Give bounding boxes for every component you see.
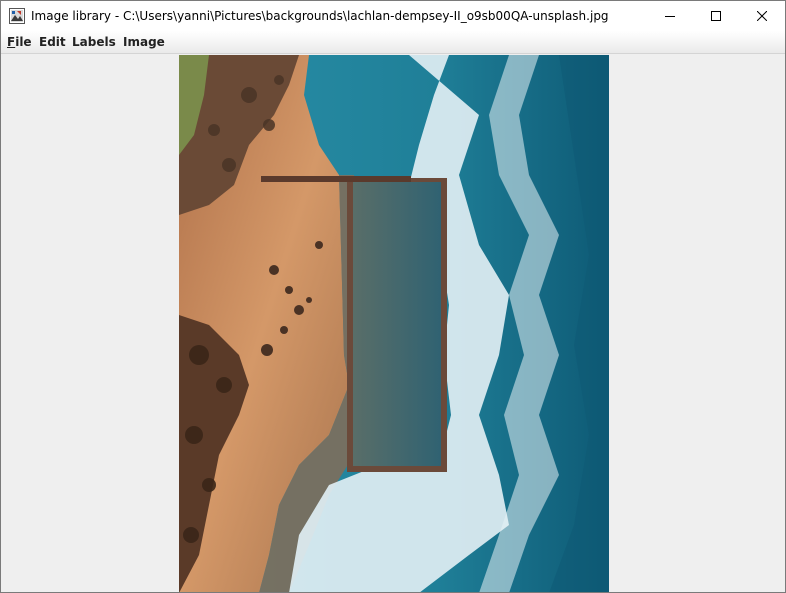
menu-edit[interactable]: Edit (39, 35, 66, 50)
close-button[interactable] (739, 1, 785, 31)
close-icon (757, 11, 767, 21)
minimize-icon (665, 16, 675, 17)
maximize-button[interactable] (693, 1, 739, 31)
menu-file[interactable]: File (7, 35, 32, 50)
menu-image[interactable]: Image (123, 35, 165, 50)
image-viewer (1, 54, 785, 592)
menu-labels[interactable]: Labels (72, 35, 116, 50)
window-title: Image library - C:\Users\yanni\Pictures\… (31, 9, 609, 23)
menu-file-rest: ile (15, 35, 32, 49)
title-bar[interactable]: Image library - C:\Users\yanni\Pictures\… (1, 1, 785, 31)
maximize-icon (711, 11, 721, 21)
app-icon (9, 8, 25, 24)
aerial-photo-ocean-pool (179, 55, 609, 592)
app-window: Image library - C:\Users\yanni\Pictures\… (0, 0, 786, 593)
menu-bar: File Edit Labels Image (1, 31, 785, 54)
menu-file-mnemonic: F (7, 35, 16, 49)
minimize-button[interactable] (647, 1, 693, 31)
